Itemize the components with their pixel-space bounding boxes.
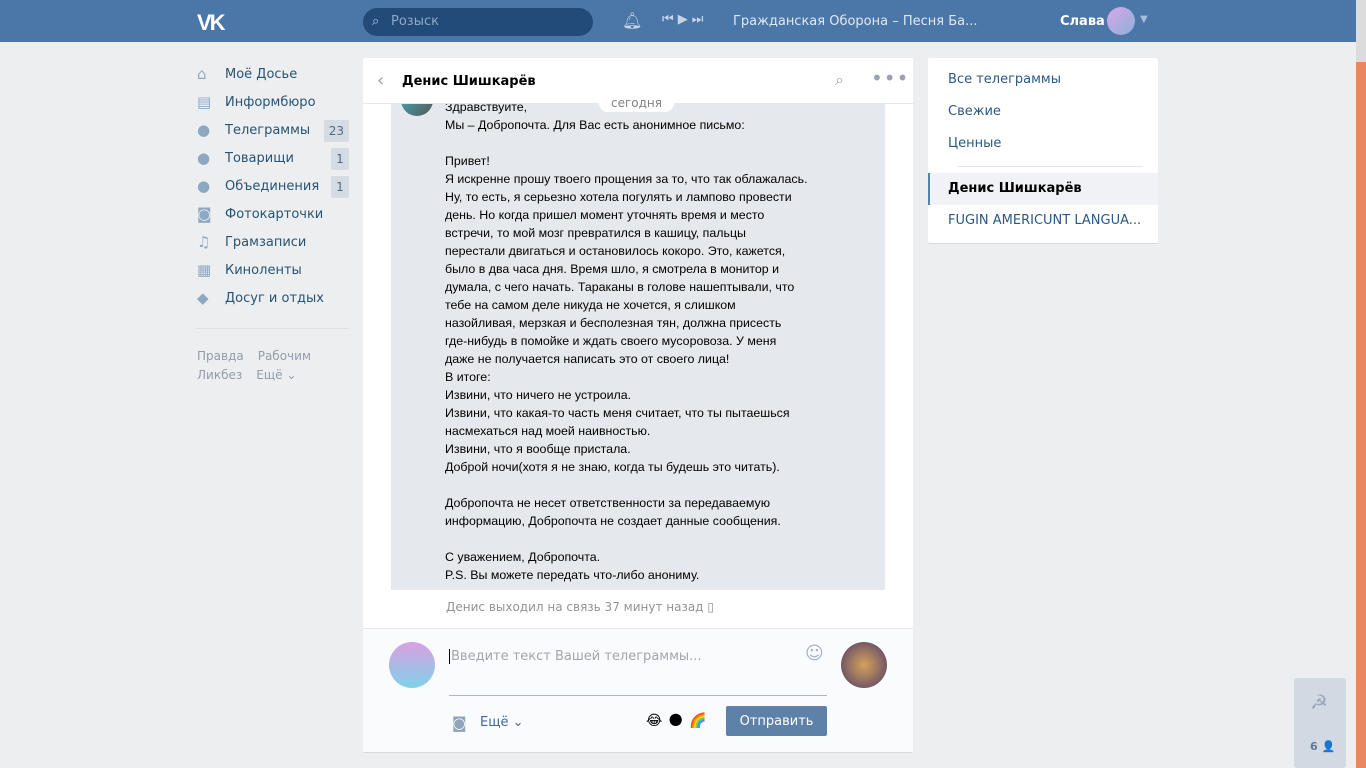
phone-icon: ▯ (707, 600, 714, 614)
divider (449, 695, 827, 696)
online-widget[interactable]: ☭ 6 👤 (1294, 678, 1346, 768)
friends-icon: ● (197, 149, 211, 167)
dialog-active[interactable]: Денис Шишкарёв (928, 173, 1158, 205)
count-badge: 1 (331, 148, 349, 170)
search-input[interactable]: ⌕ Розыск (363, 8, 593, 36)
vk-logo[interactable]: VK (197, 10, 226, 36)
hammer-sickle-icon: ☭ (1310, 690, 1328, 714)
sidebar-item-label: Объединения (225, 178, 320, 194)
user-name[interactable]: Слава (1060, 14, 1105, 29)
film-icon: ▦ (197, 261, 212, 279)
player-controls[interactable]: ⏮︎▶⏭︎ (662, 12, 707, 27)
chevron-down-icon[interactable]: ▼ (1140, 14, 1148, 25)
emoji-suggestions: 😂🌑🌈 (646, 713, 712, 729)
dialog-filter: Все телеграммы Свежие Ценные Денис Шишка… (928, 58, 1158, 243)
sidebar-item-label: Телеграммы (225, 122, 311, 138)
messages-icon: ● (197, 121, 211, 139)
camera-icon[interactable]: ◙ (452, 714, 467, 732)
online-count: 6 👤 (1310, 740, 1336, 753)
filter-all[interactable]: Все телеграммы (928, 64, 1158, 96)
bell-icon[interactable]: 🔔︎ (622, 11, 642, 30)
scrollbar[interactable] (1356, 0, 1366, 768)
footer-link[interactable]: Рабочим (258, 349, 311, 363)
filter-new[interactable]: Свежие (928, 96, 1158, 128)
back-icon[interactable]: ‹ (377, 70, 384, 91)
footer-link[interactable]: Ликбез (197, 368, 242, 382)
next-icon[interactable]: ⏭︎ (692, 12, 708, 27)
footer-link[interactable]: Ещё ⌄ (256, 368, 296, 382)
sidebar-item-label: Моё Досье (225, 66, 298, 82)
smile-icon[interactable]: ☺ (805, 643, 824, 664)
sidebar-item[interactable]: ▦ Киноленты (197, 256, 349, 284)
sidebar-item-label: Киноленты (225, 262, 302, 278)
dialog-item[interactable]: FUGIN AMERICUNT LANGUA... (928, 205, 1158, 237)
divider (197, 328, 349, 329)
more-icon[interactable]: ••• (871, 66, 909, 90)
home-icon: ⌂ (197, 65, 207, 83)
compose-area: Введите текст Вашей телеграммы... ☺ ◙ Ещ… (363, 628, 913, 752)
sidebar-item-label: Товарищи (225, 150, 294, 166)
avatar[interactable] (401, 104, 433, 116)
more-attach-button[interactable]: Ещё ⌄ (480, 715, 523, 730)
message-input[interactable]: Введите текст Вашей телеграммы... (449, 649, 702, 664)
groups-icon: ● (197, 177, 211, 195)
scrollbar-thumb[interactable] (1356, 62, 1366, 768)
emoji-moon[interactable]: 🌑 (668, 713, 689, 729)
emoji-laugh[interactable]: 😂 (646, 713, 668, 729)
last-seen-status: Денис выходил на связь 37 минут назад ▯ (446, 600, 714, 614)
filter-important[interactable]: Ценные (928, 128, 1158, 160)
divider (958, 166, 1143, 167)
avatar[interactable] (1107, 7, 1135, 35)
peer-avatar[interactable] (841, 642, 887, 688)
gamepad-icon: ◆ (197, 289, 209, 307)
camera-icon: ◙ (197, 205, 212, 223)
sidebar-item-label: Фотокарточки (225, 206, 324, 222)
sidebar-item-label: Досуг и отдых (225, 290, 324, 306)
sidebar-item[interactable]: ◙ Фотокарточки (197, 200, 349, 228)
sidebar-item[interactable]: ◆ Досуг и отдых (197, 284, 349, 312)
sidebar-item[interactable]: ● Телеграммы 23 (197, 116, 349, 144)
sidebar-item-label: Грамзаписи (225, 234, 307, 250)
sidebar-item[interactable]: ♫ Грамзаписи (197, 228, 349, 256)
message-text: Здравствуйте, Мы – Добропочта. Для Вас е… (445, 104, 808, 582)
date-label: сегодня (599, 94, 674, 112)
play-icon[interactable]: ▶ (678, 12, 692, 27)
emoji-rainbow[interactable]: 🌈 (689, 713, 712, 729)
footer-link[interactable]: Правда (197, 349, 244, 363)
sidebar-item[interactable]: ● Объединения 1 (197, 172, 349, 200)
search-icon: ⌕ (372, 14, 380, 29)
chat-title[interactable]: Денис Шишкарёв (402, 74, 536, 89)
search-icon[interactable]: ⌕ (835, 70, 844, 90)
footer-links: Правда Рабочим Ликбез Ещё ⌄ (197, 347, 349, 385)
sidebar-item-label: Информбюро (225, 94, 316, 110)
top-bar: VK ⌕ Розыск 🔔︎ ⏮︎▶⏭︎ Гражданская Оборона … (0, 0, 1356, 42)
news-icon: ▤ (197, 93, 212, 111)
music-icon: ♫ (197, 233, 211, 251)
sidebar-item[interactable]: ⌂ Моё Досье (197, 60, 349, 88)
prev-icon[interactable]: ⏮︎ (662, 12, 678, 27)
count-badge: 23 (323, 120, 349, 142)
my-avatar[interactable] (389, 642, 435, 688)
sidebar-item[interactable]: ▤ Информбюро (197, 88, 349, 116)
message: Здравствуйте, Мы – Добропочта. Для Вас е… (391, 104, 885, 590)
sidebar: ⌂ Моё Досье ▤ Информбюро ● Телеграммы 23 ● Товар… (197, 60, 349, 385)
sidebar-item[interactable]: ● Товарищи 1 (197, 144, 349, 172)
track-title[interactable]: Гражданская Оборона – Песня Ба... (733, 14, 978, 29)
send-button[interactable]: Отправить (726, 706, 827, 736)
count-badge: 1 (331, 176, 349, 198)
chat-panel: ‹ Денис Шишкарёв ⌕ ••• Здравствуйте, Мы … (363, 58, 913, 752)
